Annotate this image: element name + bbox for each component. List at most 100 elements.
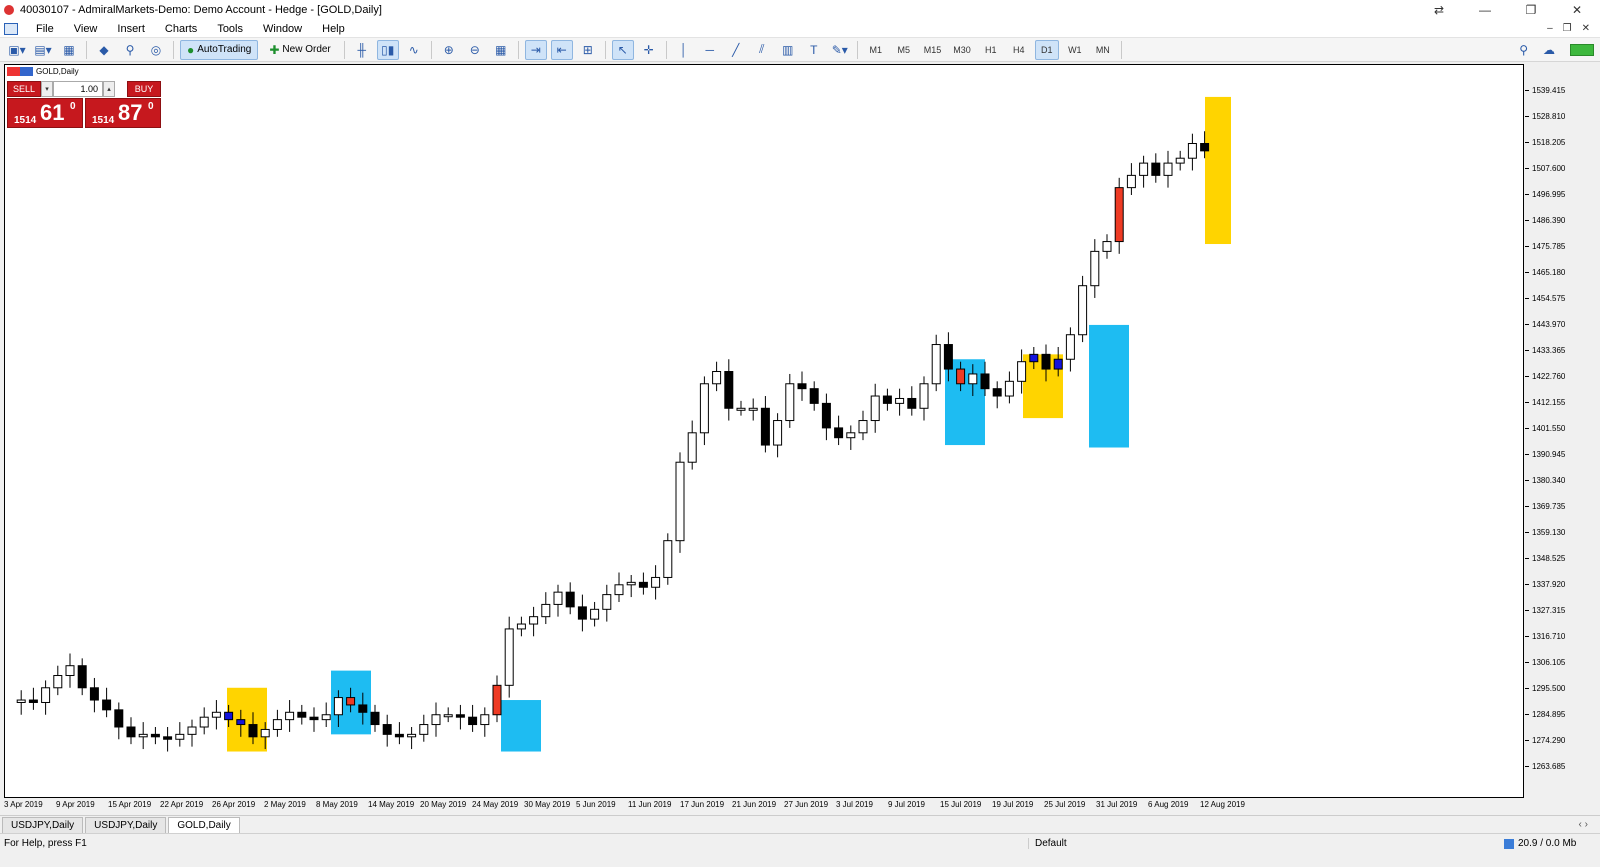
chart-area[interactable]: GOLD,Daily SELL ▾ 1.00 ▴ BUY 1514 61 0 1… xyxy=(4,64,1524,798)
candle-body xyxy=(492,684,502,716)
cursor-icon[interactable]: ↖ xyxy=(611,39,634,60)
tab-usdjpy-daily-2[interactable]: USDJPY,Daily xyxy=(85,817,167,833)
mdi-restore-button[interactable]: ❐ xyxy=(1563,23,1572,34)
profile-name: Default xyxy=(1028,838,1067,849)
candle-body xyxy=(150,733,160,738)
chart-shift-icon[interactable]: ⇤ xyxy=(550,39,573,60)
date-label: 30 May 2019 xyxy=(524,800,571,809)
timeframe-m1[interactable]: M1 xyxy=(864,40,888,60)
line-chart-icon[interactable]: ∿ xyxy=(403,40,425,60)
menu-insert[interactable]: Insert xyxy=(107,23,155,35)
date-label: 17 Jun 2019 xyxy=(680,800,725,809)
candle-body xyxy=(956,368,966,385)
date-label: 5 Jun 2019 xyxy=(576,800,616,809)
signals-icon[interactable]: ◎ xyxy=(145,40,167,60)
menu-view[interactable]: View xyxy=(64,23,108,35)
tab-gold-daily[interactable]: GOLD,Daily xyxy=(168,817,240,833)
candle-body xyxy=(504,628,514,686)
zoom-in-icon[interactable]: ⊕ xyxy=(438,40,460,60)
candle-body xyxy=(455,714,465,718)
timeframe-m15[interactable]: M15 xyxy=(920,40,946,60)
candle-body xyxy=(333,697,343,716)
document-icon[interactable] xyxy=(4,22,18,35)
minimize-button[interactable]: — xyxy=(1462,3,1508,17)
candle-body xyxy=(163,736,173,740)
market-watch-icon[interactable]: ▦ xyxy=(58,40,80,60)
close-button[interactable]: ✕ xyxy=(1554,3,1600,17)
candle-body xyxy=(260,728,270,738)
indicators-icon[interactable]: ⊞ xyxy=(577,40,599,60)
candle-body xyxy=(102,699,112,711)
candle-body xyxy=(16,699,26,703)
menu-tools[interactable]: Tools xyxy=(207,23,253,35)
crosshair-icon[interactable]: ✛ xyxy=(638,40,660,60)
auto-trading-button[interactable]: ● AutoTrading xyxy=(180,39,259,60)
candle-body xyxy=(895,397,905,404)
channel-icon[interactable]: ⫽ xyxy=(751,40,773,60)
menu-help[interactable]: Help xyxy=(312,23,355,35)
date-label: 12 Aug 2019 xyxy=(1200,800,1245,809)
vertical-line-icon[interactable]: │ xyxy=(673,40,695,60)
date-label: 22 Apr 2019 xyxy=(160,800,204,809)
app-icon xyxy=(4,5,14,15)
date-label: 11 Jun 2019 xyxy=(628,800,672,809)
date-label: 26 Apr 2019 xyxy=(212,800,256,809)
zoom-out-icon[interactable]: ⊖ xyxy=(464,40,486,60)
shapes-icon[interactable]: ✎▾ xyxy=(829,40,851,60)
restore-icon[interactable]: ⇄ xyxy=(1416,3,1462,17)
candle-body xyxy=(748,407,758,411)
tile-windows-icon[interactable]: ▦ xyxy=(490,40,512,60)
price-label: 1380.340 xyxy=(1525,476,1565,485)
tab-scroll-arrows-icon[interactable]: ‹ › xyxy=(1579,819,1600,830)
candle-body xyxy=(785,383,795,422)
date-label: 3 Jul 2019 xyxy=(836,800,873,809)
date-label: 15 Jul 2019 xyxy=(940,800,982,809)
traffic-icon xyxy=(1504,838,1514,849)
candle-body xyxy=(1004,380,1014,397)
horizontal-line-icon[interactable]: ─ xyxy=(699,40,721,60)
timeframe-h1[interactable]: H1 xyxy=(979,40,1003,60)
price-label: 1539.415 xyxy=(1525,86,1565,95)
menu-window[interactable]: Window xyxy=(253,23,312,35)
auto-scroll-icon[interactable]: ⇥ xyxy=(524,39,547,60)
new-order-button[interactable]: ✚ New Order xyxy=(262,40,337,60)
mdi-minimize-button[interactable]: – xyxy=(1547,23,1553,34)
profiles-icon[interactable]: ▤▾ xyxy=(32,40,54,60)
chat-icon[interactable]: ☁ xyxy=(1538,40,1560,60)
candle-body xyxy=(797,383,807,390)
candle-body xyxy=(663,540,673,578)
new-chart-icon[interactable]: ▣▾ xyxy=(6,40,28,60)
text-icon[interactable]: T xyxy=(803,40,825,60)
timeframe-d1[interactable]: D1 xyxy=(1034,39,1059,60)
mdi-close-button[interactable]: ✕ xyxy=(1582,23,1590,34)
timeframe-h4[interactable]: H4 xyxy=(1007,40,1031,60)
candle-body xyxy=(382,724,392,735)
candle-body xyxy=(114,709,124,728)
search-icon[interactable]: ⚲ xyxy=(1519,43,1528,57)
candlestick-icon[interactable]: ▯▮ xyxy=(376,39,399,60)
candle-body xyxy=(187,726,197,735)
candle-body xyxy=(651,576,661,588)
timeframe-m30[interactable]: M30 xyxy=(949,40,975,60)
timeframe-w1[interactable]: W1 xyxy=(1063,40,1087,60)
fibonacci-icon[interactable]: ▥ xyxy=(777,40,799,60)
navigator-icon[interactable]: ◆ xyxy=(93,40,115,60)
candle-body xyxy=(736,407,746,411)
candle-body xyxy=(89,687,99,701)
maximize-button[interactable]: ❐ xyxy=(1508,3,1554,17)
bar-chart-icon[interactable]: ╫ xyxy=(351,40,373,60)
candle-body xyxy=(1151,162,1161,176)
menu-charts[interactable]: Charts xyxy=(155,23,207,35)
menu-file[interactable]: File xyxy=(26,23,64,35)
date-label: 15 Apr 2019 xyxy=(108,800,152,809)
candle-body xyxy=(480,714,490,726)
menu-bar: File View Insert Charts Tools Window Hel… xyxy=(0,20,1600,38)
trendline-icon[interactable]: ╱ xyxy=(725,40,747,60)
price-label: 1443.970 xyxy=(1525,320,1565,329)
data-window-icon[interactable]: ⚲ xyxy=(119,40,141,60)
timeframe-mn[interactable]: MN xyxy=(1091,40,1115,60)
tab-usdjpy-daily-1[interactable]: USDJPY,Daily xyxy=(2,817,84,833)
candle-body xyxy=(1139,162,1149,176)
timeframe-m5[interactable]: M5 xyxy=(892,40,916,60)
candle-body xyxy=(272,719,282,730)
